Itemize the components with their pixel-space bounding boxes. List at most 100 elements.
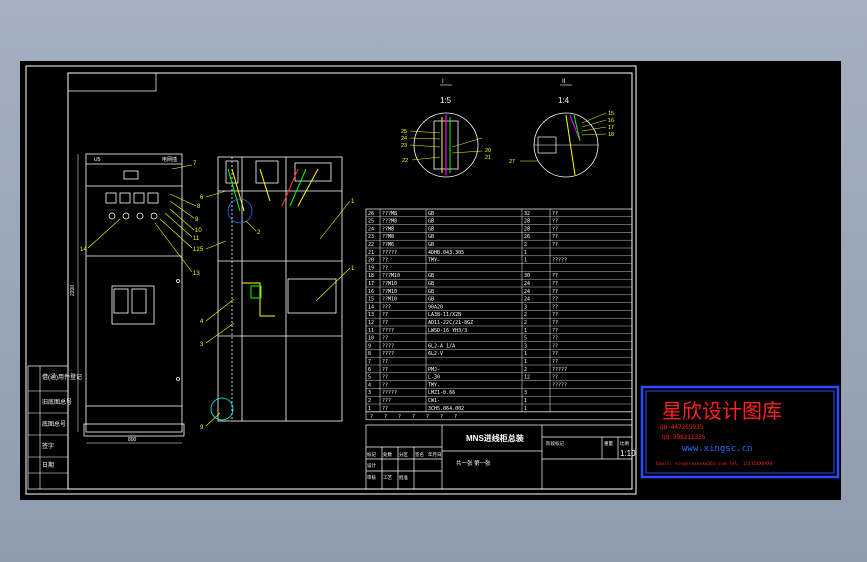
parts-table-cell: 24: [368, 226, 374, 232]
cad-drawing-canvas[interactable]: 借(通)用件登记 旧底图总号 底图总号 签字 日期 U5 电网插 2200 80…: [20, 61, 841, 500]
callout-label: 13: [193, 271, 200, 277]
detail-leader-label: 27: [509, 159, 515, 165]
parts-table-cell: 1: [524, 359, 527, 365]
parts-table-cell: 12: [368, 320, 374, 326]
parts-table-cell: 28: [524, 226, 530, 232]
parts-table-cell: 3: [524, 304, 527, 310]
parts-table-cell: ???: [382, 398, 391, 404]
parts-table-cell: ?????: [552, 367, 567, 373]
parts-table-cell: 2: [524, 312, 527, 318]
parts-table-cell: 7: [368, 359, 371, 365]
parts-table-cell: 1: [524, 250, 527, 256]
parts-table-cell: ??: [552, 312, 558, 318]
parts-table-cell: ??: [382, 406, 388, 412]
parts-table-cell: ????: [382, 351, 394, 357]
detail-scale: 1:4: [558, 96, 570, 105]
sheet-inner-border: [67, 72, 633, 490]
parts-table-cell: ??M10: [382, 289, 397, 295]
parts-table-cell: GB: [428, 234, 434, 240]
parts-table-cell: GB: [428, 226, 434, 232]
parts-table-cell: ??: [552, 351, 558, 357]
parts-table-cell: 1: [524, 351, 527, 357]
front-header-right: 电网插: [162, 156, 177, 163]
parts-table-cell: 24: [524, 289, 530, 295]
title-block-row-label: 审核: [367, 474, 376, 481]
parts-table-cell: ??: [382, 312, 388, 318]
parts-table-cell: ??: [382, 320, 388, 326]
callout-label: 3: [200, 342, 204, 348]
parts-table-cell: ??: [552, 320, 558, 326]
side-strip: 借(通)用件登记 旧底图总号 底图总号 签字 日期: [27, 365, 82, 490]
parts-table-cell: ??: [382, 336, 388, 342]
front-header-left: U5: [94, 157, 101, 163]
parts-table-cell: 19: [368, 265, 374, 271]
callout-label: 5: [200, 247, 204, 253]
watermark-qq2: QQ:398211325: [662, 434, 706, 441]
parts-table-cell: TMY-: [428, 258, 440, 264]
detail-label: I: [442, 79, 444, 85]
parts-table-cell: 14: [368, 304, 374, 310]
detail-leader-label: 15: [608, 111, 614, 117]
parts-table-cell: 3CH5.064.002: [428, 406, 464, 412]
parts-table-cell: 17: [368, 281, 374, 287]
callout-label: 6: [200, 195, 204, 201]
callout-label: 8: [197, 204, 201, 210]
parts-table-cell: ??: [552, 211, 558, 217]
detail-leader-label: 20: [485, 148, 491, 154]
title-block-right-label: 阶段标记: [546, 440, 564, 447]
title-block-header-cell: 处数: [383, 451, 392, 458]
parts-table-cell: 25: [368, 219, 374, 225]
parts-table-cell: PMJ-: [428, 367, 440, 373]
parts-table-cell: 10: [368, 336, 374, 342]
detail-leader-label: 25: [401, 129, 407, 135]
drawing-scale: 1:10: [620, 449, 636, 458]
parts-table-cell: ??M6: [382, 242, 394, 248]
watermark-contact: Email: xingscxxxxx@163.com Tel: 15111XXX…: [656, 461, 773, 467]
callout-label: 2: [257, 230, 261, 236]
parts-table-header-cell: ?: [426, 414, 429, 420]
parts-table-cell: 2: [368, 398, 371, 404]
parts-table-header-cell: ?: [412, 414, 415, 420]
parts-table-cell: LA38-11/X2B: [428, 312, 461, 318]
parts-table-cell: ??M8: [382, 234, 394, 240]
parts-table-cell: ??M8: [382, 226, 394, 232]
callout-label: 4: [200, 319, 204, 325]
parts-table-cell: 13: [368, 312, 374, 318]
parts-table-cell: ??: [552, 359, 558, 365]
detail-leader-label: 17: [608, 125, 614, 131]
parts-table-cell: 2: [524, 320, 527, 326]
side-view-wiring: [210, 168, 319, 421]
parts-table-cell: 90A20: [428, 304, 443, 310]
title-block-row-label: 设计: [367, 462, 376, 469]
callout-label: 7: [193, 161, 197, 167]
parts-table-cell: GB: [428, 281, 434, 287]
parts-table-cell: 8: [368, 351, 371, 357]
detail-leader-label: 21: [485, 155, 491, 161]
parts-table-cell: ??: [552, 242, 558, 248]
title-block-right-label: 重量: [604, 440, 613, 447]
parts-table-header-cell: ?: [454, 414, 457, 420]
top-left-title-tab: [67, 72, 157, 92]
parts-table-cell: 28: [524, 219, 530, 225]
parts-table-cell: 18: [368, 273, 374, 279]
parts-table-cell: ??: [552, 297, 558, 303]
parts-table-cell: ??M10: [382, 281, 397, 287]
parts-table-cell: AD11-22C/21-8GZ: [428, 320, 473, 326]
parts-table-cell: GB: [428, 211, 434, 217]
parts-table-cell: 1: [368, 406, 371, 412]
watermark-title: 星欣设计图库: [662, 399, 782, 423]
parts-table-cell: 24: [524, 281, 530, 287]
parts-table-cell: 3: [524, 390, 527, 396]
parts-table-cell: 32: [524, 211, 530, 217]
parts-table-cell: GB: [428, 219, 434, 225]
parts-table-cell: CW1-: [428, 398, 440, 404]
parts-table-cell: ???M8: [382, 219, 397, 225]
parts-table-cell: ???M10: [382, 273, 400, 279]
parts-table-cell: 30: [524, 273, 530, 279]
parts-table-cell: 1: [524, 328, 527, 334]
detail-leader-label: 24: [401, 136, 407, 142]
side-strip-label: 签字: [42, 442, 54, 450]
callout-label: 9: [200, 425, 204, 431]
parts-table-cell: ??: [552, 273, 558, 279]
parts-table-cell: ??: [552, 304, 558, 310]
